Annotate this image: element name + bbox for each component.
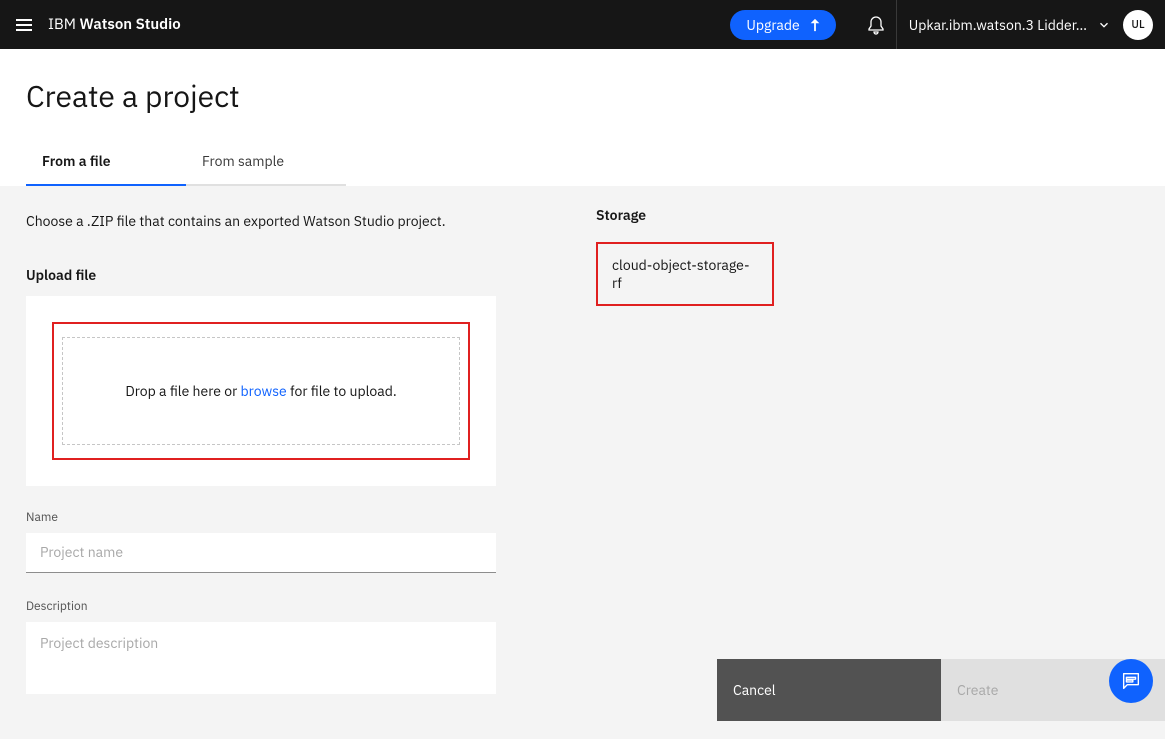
drop-suffix: for file to upload. <box>287 382 397 400</box>
right-column: Storage cloud-object-storage-rf <box>596 206 1139 699</box>
cancel-label: Cancel <box>733 681 776 699</box>
notifications-button[interactable] <box>856 0 896 49</box>
intro-text: Choose a .ZIP file that contains an expo… <box>26 212 496 232</box>
dropzone-text: Drop a file here or browse for file to u… <box>125 382 396 400</box>
avatar[interactable]: UL <box>1123 10 1153 40</box>
chat-icon <box>1120 670 1142 692</box>
content-area: Choose a .ZIP file that contains an expo… <box>0 186 1165 739</box>
tab-label: From a file <box>42 152 111 170</box>
hamburger-menu-button[interactable] <box>0 0 48 49</box>
left-column: Choose a .ZIP file that contains an expo… <box>26 206 496 699</box>
avatar-initials: UL <box>1131 18 1144 32</box>
description-label: Description <box>26 599 496 614</box>
chat-fab[interactable] <box>1109 659 1153 703</box>
upgrade-label: Upgrade <box>746 16 799 34</box>
page-header-area: Create a project From a file From sample <box>0 49 1165 186</box>
tabs: From a file From sample <box>0 140 1165 186</box>
upload-highlight: Drop a file here or browse for file to u… <box>52 322 470 460</box>
project-description-input[interactable] <box>26 622 496 694</box>
tab-from-file[interactable]: From a file <box>26 140 186 186</box>
tab-from-sample[interactable]: From sample <box>186 140 346 186</box>
tab-label: From sample <box>202 152 284 170</box>
brand-ibm: IBM <box>48 15 76 34</box>
chevron-down-icon <box>1097 18 1111 32</box>
project-name-input[interactable] <box>26 533 496 573</box>
username-label: Upkar.ibm.watson.3 Lidder… <box>909 16 1087 34</box>
upload-file-label: Upload file <box>26 266 496 284</box>
drop-prefix: Drop a file here or <box>125 382 240 400</box>
account-switcher[interactable]: Upkar.ibm.watson.3 Lidder… <box>897 16 1123 34</box>
file-dropzone[interactable]: Drop a file here or browse for file to u… <box>62 337 460 445</box>
upgrade-arrow-icon <box>808 18 822 32</box>
global-header: IBM Watson Studio Upgrade Upkar.ibm.wats… <box>0 0 1165 49</box>
storage-label: Storage <box>596 206 1139 224</box>
hamburger-icon <box>14 15 34 35</box>
cancel-button[interactable]: Cancel <box>717 659 941 721</box>
brand-product: Watson Studio <box>80 15 181 34</box>
storage-select[interactable]: cloud-object-storage-rf <box>596 242 774 306</box>
create-label: Create <box>957 681 998 699</box>
storage-value: cloud-object-storage-rf <box>612 256 750 292</box>
upgrade-button[interactable]: Upgrade <box>730 10 835 40</box>
brand: IBM Watson Studio <box>48 15 181 34</box>
name-label: Name <box>26 510 496 525</box>
bell-icon <box>866 15 886 35</box>
browse-link[interactable]: browse <box>241 382 287 400</box>
page-title: Create a project <box>0 77 1165 140</box>
footer-buttons: Cancel Create <box>717 659 1165 721</box>
upload-box-container: Drop a file here or browse for file to u… <box>26 296 496 486</box>
